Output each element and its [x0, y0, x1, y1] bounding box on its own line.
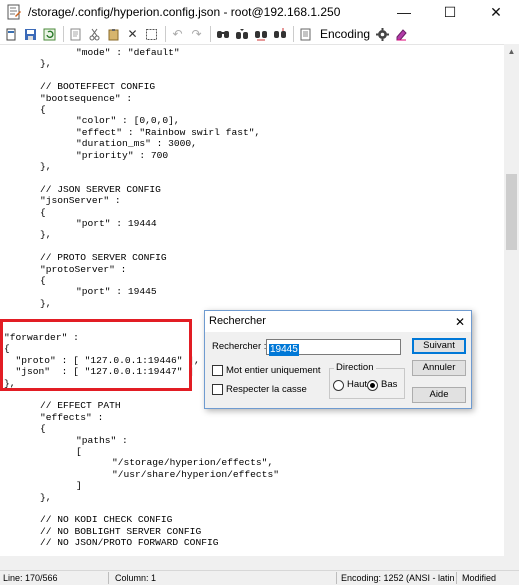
toolbar-separator	[293, 26, 294, 42]
status-divider	[108, 572, 109, 584]
search-label: Rechercher :	[212, 341, 267, 352]
code-line[interactable]: "duration_ms" : 3000,	[76, 138, 197, 149]
toolbar-separator	[165, 26, 166, 42]
app-icon	[6, 4, 22, 20]
whole-word-checkbox[interactable]	[212, 365, 223, 376]
toolbar-separator	[63, 26, 64, 42]
down-radio-dot	[370, 383, 375, 388]
undo-icon[interactable]: ↶	[169, 26, 186, 43]
code-line[interactable]: // JSON SERVER CONFIG	[40, 184, 161, 195]
down-label[interactable]: Bas	[381, 379, 397, 390]
code-line[interactable]: "effect" : "Rainbow swirl fast",	[76, 127, 260, 138]
title-bar: /storage/.config/hyperion.config.json - …	[0, 0, 519, 24]
code-line[interactable]: "priority" : 700	[76, 150, 168, 161]
code-line[interactable]: },	[40, 58, 52, 69]
status-divider	[336, 572, 337, 584]
code-line[interactable]: // NO JSON/PROTO FORWARD CONFIG	[40, 537, 218, 548]
code-line[interactable]: "jsonServer" :	[40, 195, 121, 206]
code-line[interactable]: "color" : [0,0,0],	[76, 115, 180, 126]
copy-icon[interactable]	[86, 26, 103, 43]
find-next-icon[interactable]	[233, 26, 250, 43]
document-icon[interactable]	[297, 26, 314, 43]
code-line[interactable]: {	[40, 207, 46, 218]
minimize-button[interactable]: —	[381, 0, 427, 24]
code-line[interactable]: "port" : 19444	[76, 218, 157, 229]
whole-word-label[interactable]: Mot entier uniquement	[226, 365, 321, 376]
paste-icon[interactable]	[105, 26, 122, 43]
code-line[interactable]: {	[40, 104, 46, 115]
window-title: /storage/.config/hyperion.config.json - …	[28, 5, 341, 19]
code-line[interactable]: // NO KODI CHECK CONFIG	[40, 514, 172, 525]
status-bar: Line: 170/566 Column: 1 Encoding: 1252 (…	[0, 570, 519, 585]
toolbar-separator	[210, 26, 211, 42]
code-line[interactable]: "bootsequence" :	[40, 93, 132, 104]
code-line[interactable]: },	[40, 298, 52, 309]
code-line[interactable]: },	[40, 492, 52, 503]
find-dialog: Rechercher ✕ Rechercher : 19445 Mot enti…	[204, 310, 472, 409]
code-line[interactable]: // PROTO SERVER CONFIG	[40, 252, 167, 263]
save-icon[interactable]	[22, 26, 39, 43]
code-line[interactable]: "effects" :	[40, 412, 103, 423]
status-modified: Modified	[462, 573, 497, 583]
encoding-button[interactable]: Encoding	[316, 27, 374, 41]
forwarder-highlight-box	[0, 319, 192, 391]
close-button[interactable]: ✕	[473, 0, 519, 24]
scrollbar-thumb[interactable]	[506, 174, 517, 250]
select-all-icon[interactable]	[143, 26, 160, 43]
toolbar: ✕ ↶ ↷ Encoding	[0, 24, 519, 44]
match-case-label[interactable]: Respecter la casse	[226, 384, 307, 395]
match-case-checkbox[interactable]	[212, 384, 223, 395]
code-line[interactable]: // EFFECT PATH	[40, 400, 121, 411]
horizontal-scrollbar[interactable]	[0, 556, 504, 570]
code-line[interactable]: ]	[76, 480, 82, 491]
status-divider	[456, 572, 457, 584]
search-input[interactable]: 19445	[266, 339, 401, 356]
code-line[interactable]: "paths" :	[76, 435, 128, 446]
goto-icon[interactable]	[271, 26, 288, 43]
cut-icon[interactable]	[67, 26, 84, 43]
new-icon[interactable]	[3, 26, 20, 43]
status-line: Line: 170/566	[3, 573, 58, 583]
code-line[interactable]: {	[40, 275, 46, 286]
status-column: Column: 1	[115, 573, 157, 583]
cancel-button[interactable]: Annuler	[412, 360, 466, 376]
up-label[interactable]: Haut	[347, 379, 367, 390]
scroll-corner	[504, 556, 519, 570]
settings-icon[interactable]	[374, 26, 391, 43]
maximize-button[interactable]: ☐	[427, 0, 473, 24]
direction-label: Direction	[334, 362, 376, 373]
color-icon[interactable]	[393, 26, 410, 43]
code-line[interactable]: "/usr/share/hyperion/effects"	[112, 469, 279, 480]
dialog-title: Rechercher	[205, 311, 471, 332]
code-line[interactable]: {	[40, 423, 46, 434]
code-line[interactable]: "protoServer" :	[40, 264, 126, 275]
code-line[interactable]: // NO BOBLIGHT SERVER CONFIG	[40, 526, 201, 537]
redo-icon[interactable]: ↷	[188, 26, 205, 43]
dialog-close-icon[interactable]: ✕	[449, 311, 471, 332]
code-line[interactable]: },	[40, 229, 52, 240]
down-radio[interactable]	[367, 380, 378, 391]
delete-icon[interactable]: ✕	[124, 26, 141, 43]
find-icon[interactable]	[214, 26, 231, 43]
help-button[interactable]: Aide	[412, 387, 466, 403]
code-line[interactable]: [	[76, 446, 82, 457]
status-encoding: Encoding: 1252 (ANSI - latin I)	[341, 573, 454, 583]
search-input-value: 19445	[269, 344, 299, 356]
code-line[interactable]: "port" : 19445	[76, 286, 157, 297]
text-editor[interactable]: "mode" : "default"}, // BOOTEFFECT CONFIG…	[0, 44, 504, 556]
code-line[interactable]: },	[40, 161, 52, 172]
next-button[interactable]: Suivant	[412, 338, 466, 354]
code-line[interactable]: // BOOTEFFECT CONFIG	[40, 81, 155, 92]
scroll-up-icon[interactable]: ▲	[504, 44, 519, 59]
code-line[interactable]: "mode" : "default"	[76, 47, 180, 58]
up-radio[interactable]	[333, 380, 344, 391]
replace-icon[interactable]	[252, 26, 269, 43]
reload-icon[interactable]	[41, 26, 58, 43]
vertical-scrollbar[interactable]: ▲	[504, 44, 519, 556]
code-line[interactable]: "/storage/hyperion/effects",	[112, 457, 273, 468]
